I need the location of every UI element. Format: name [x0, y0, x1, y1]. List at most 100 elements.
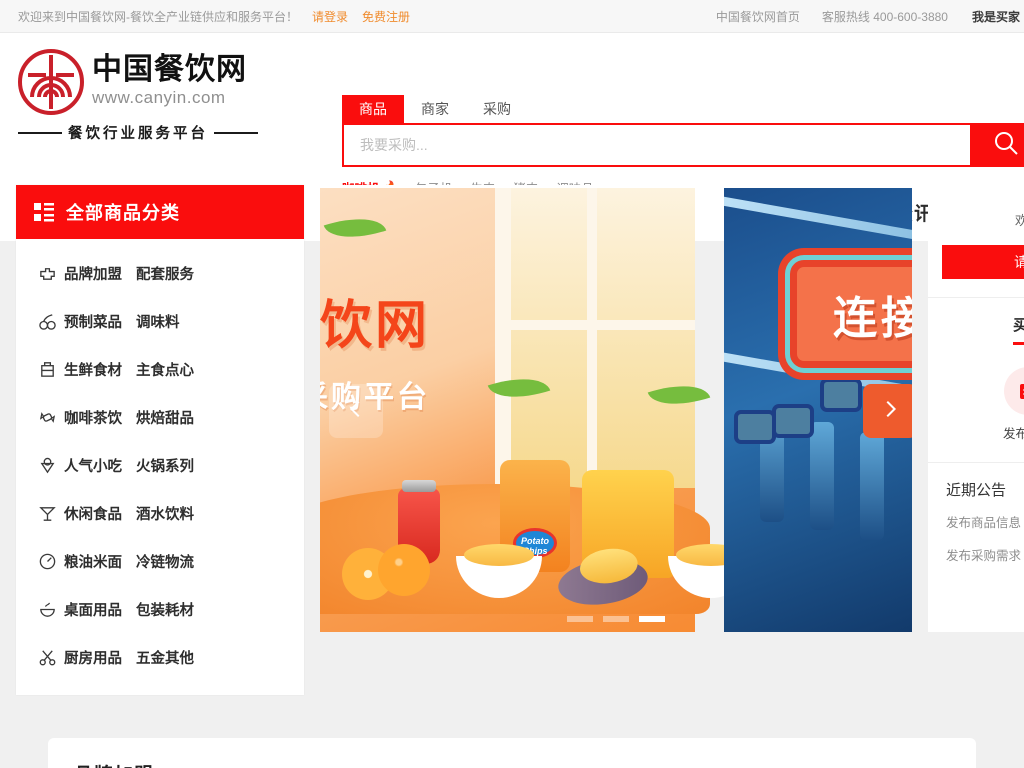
top-utility-bar: 欢迎来到中国餐饮网-餐饮全产业链供应和服务平台！ 请登录 免费注册 中国餐饮网首… [0, 0, 1024, 33]
category-label-a[interactable]: 休闲食品 [64, 503, 122, 524]
user-side-panel: 欢迎 请登 买家 [928, 188, 1024, 632]
carousel-slide-1-title: 餐饮网 [320, 297, 431, 355]
search-tabs: 商品 商家 采购 [342, 95, 1024, 123]
category-label-a[interactable]: 预制菜品 [64, 311, 122, 332]
search-input[interactable]: 我要采购... [342, 123, 970, 167]
category-label-b[interactable]: 主食点心 [136, 359, 194, 380]
window-decor [495, 188, 695, 488]
category-sidebar-title: 全部商品分类 [66, 203, 180, 223]
carousel-indicator[interactable] [603, 616, 629, 622]
brand-join-section-title: 品牌加盟 [48, 738, 976, 768]
category-row-kitchenware[interactable]: 厨房用品 五金其他 [16, 633, 304, 681]
grid-menu-icon [34, 202, 54, 222]
chevron-left-icon [345, 398, 367, 425]
site-logo[interactable]: 中国餐饮网 www.canyin.com 餐饮行业服务平台 [18, 49, 258, 143]
register-link[interactable]: 免费注册 [362, 8, 410, 25]
search-tab-purchase[interactable]: 采购 [466, 95, 528, 123]
category-row-coffee-tea[interactable]: 咖啡茶饮 烘焙甜品 [16, 393, 304, 441]
ice-cream-icon [38, 456, 64, 475]
tagline-rule-right [214, 131, 258, 134]
page-body: 品牌加盟 供应大厅 采购大厅 商家大厅 行业资讯 [0, 185, 1024, 768]
hero-carousel: 餐饮网 链采购平台 PotatoChips [320, 188, 912, 632]
user-login-box: 欢迎 请登 [928, 188, 1024, 297]
cocktail-icon [38, 504, 64, 523]
seal-emblem-icon [18, 49, 84, 115]
carousel-prev-button[interactable] [329, 384, 383, 438]
category-label-b[interactable]: 调味料 [136, 311, 180, 332]
tagline-text: 餐饮行业服务平台 [68, 126, 208, 142]
page-root: 欢迎来到中国餐饮网-餐饮全产业链供应和服务平台！ 请登录 免费注册 中国餐饮网首… [0, 0, 1024, 768]
top-bar-right: 中国餐饮网首页 客服热线 400-600-3880 我是买家 [694, 8, 1024, 25]
category-label-b[interactable]: 火锅系列 [136, 455, 194, 476]
category-sidebar-header[interactable]: 全部商品分类 [16, 185, 304, 239]
category-row-leisure-food[interactable]: 休闲食品 酒水饮料 [16, 489, 304, 537]
carousel-next-button[interactable] [863, 384, 912, 438]
publish-demand-action[interactable]: 发布求购 [984, 367, 1024, 442]
panel-notice-item[interactable]: 发布采购需求 [946, 545, 1024, 564]
carousel-indicator[interactable] [567, 616, 593, 622]
search-box: 我要采购... [342, 123, 1024, 167]
scissors-icon [38, 648, 64, 667]
brand-url: www.canyin.com [92, 87, 226, 107]
site-header: 中国餐饮网 www.canyin.com 餐饮行业服务平台 商品 商家 采购 我… [0, 33, 1024, 196]
panel-login-button[interactable]: 请登 [942, 245, 1024, 279]
category-row-snacks[interactable]: 人气小吃 火锅系列 [16, 441, 304, 489]
buyer-switch-link[interactable]: 我是买家 [972, 8, 1020, 25]
category-label-b[interactable]: 包装耗材 [136, 599, 194, 620]
publish-demand-label: 发布求购 [1002, 427, 1024, 441]
candy-icon [38, 408, 64, 427]
cherry-icon [38, 312, 64, 331]
bowl-icon [38, 600, 64, 619]
category-label-b[interactable]: 五金其他 [136, 647, 194, 668]
category-row-tableware[interactable]: 桌面用品 包装耗材 [16, 585, 304, 633]
category-label-b[interactable]: 酒水饮料 [136, 503, 194, 524]
category-label-b[interactable]: 配套服务 [136, 263, 194, 284]
category-label-a[interactable]: 粮油米面 [64, 551, 122, 572]
welcome-text: 欢迎来到中国餐饮网-餐饮全产业链供应和服务平台！ [18, 9, 298, 24]
category-row-prepared-dishes[interactable]: 预制菜品 调味料 [16, 297, 304, 345]
category-label-a[interactable]: 人气小吃 [64, 455, 122, 476]
login-link[interactable]: 请登录 [312, 8, 348, 25]
search-icon [992, 129, 1020, 162]
hotline-text: 客服热线 400-600-3880 [821, 9, 948, 24]
brand-join-section: 品牌加盟 [48, 738, 976, 768]
panel-quick-actions: 发布求购 [928, 345, 1024, 462]
clipboard-icon [1004, 367, 1024, 415]
tagline-rule-left [18, 131, 62, 134]
search-tab-merchant[interactable]: 商家 [404, 95, 466, 123]
gauge-icon [38, 552, 64, 571]
search-button[interactable] [970, 123, 1024, 167]
category-row-grain-oil[interactable]: 粮油米面 冷链物流 [16, 537, 304, 585]
category-row-brand-join[interactable]: 品牌加盟 配套服务 [16, 249, 304, 297]
search-tab-goods[interactable]: 商品 [342, 95, 404, 123]
category-label-a[interactable]: 厨房用品 [64, 647, 122, 668]
category-row-fresh-food[interactable]: 生鲜食材 主食点心 [16, 345, 304, 393]
carousel-slide-2-badge: 连接好 [790, 260, 912, 368]
carousel-indicators [320, 616, 912, 622]
panel-tab-buyer[interactable]: 买家 [1012, 314, 1024, 345]
category-label-a[interactable]: 生鲜食材 [64, 359, 122, 380]
handshake-icon [38, 264, 64, 283]
brand-tagline: 餐饮行业服务平台 [18, 122, 258, 143]
leaf-decor [323, 207, 387, 249]
basket-icon [38, 360, 64, 379]
category-list: 品牌加盟 配套服务 预制菜品 调味料 生鲜食材 主食点心 咖啡茶饮 烘焙甜品 人… [16, 239, 304, 681]
orange-decor [378, 544, 430, 596]
panel-notices: 近期公告 发布商品信息 发布采购需求 [928, 462, 1024, 594]
category-label-a[interactable]: 咖啡茶饮 [64, 407, 122, 428]
carousel-indicator-active[interactable] [639, 616, 665, 622]
search-area: 商品 商家 采购 我要采购... 咖啡机 🔥 [342, 95, 1024, 197]
category-label-a[interactable]: 桌面用品 [64, 599, 122, 620]
category-sidebar: 全部商品分类 品牌加盟 配套服务 预制菜品 调味料 生鲜食材 主食点心 咖啡茶饮… [16, 185, 304, 695]
brand-name: 中国餐饮网 [92, 52, 247, 86]
category-label-a[interactable]: 品牌加盟 [64, 263, 122, 284]
category-label-b[interactable]: 冷链物流 [136, 551, 194, 572]
home-link[interactable]: 中国餐饮网首页 [716, 8, 800, 25]
category-label-b[interactable]: 烘焙甜品 [136, 407, 194, 428]
carousel-slide-2-title: 连接好 [833, 294, 912, 343]
panel-welcome-text: 欢迎 [1014, 213, 1024, 228]
panel-notice-item[interactable]: 发布商品信息 [946, 512, 1024, 531]
panel-tabs: 买家 [928, 297, 1024, 345]
chevron-right-icon [879, 398, 901, 425]
panel-notice-title: 近期公告 [946, 482, 1007, 499]
